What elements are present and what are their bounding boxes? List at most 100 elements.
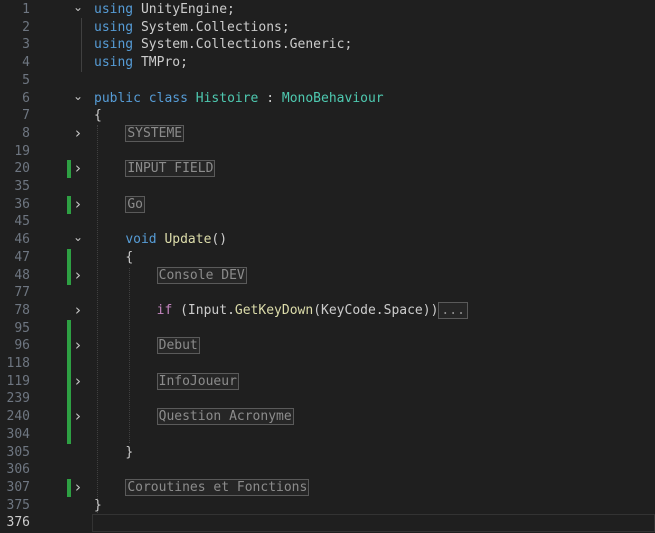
line-number: 240 — [6, 409, 30, 425]
code-token: (Input. — [172, 302, 235, 318]
line-number: 375 — [6, 497, 30, 513]
code-text: Coroutines et Fonctions — [125, 478, 310, 497]
line-number: 6 — [22, 90, 30, 106]
chevron-right-icon[interactable]: › — [72, 301, 84, 320]
code-token: } — [94, 497, 102, 513]
git-added-marker[interactable] — [67, 248, 71, 267]
git-added-marker[interactable] — [67, 337, 71, 356]
git-added-marker[interactable] — [67, 319, 71, 338]
git-added-marker[interactable] — [67, 160, 71, 179]
collapsed-region-label[interactable]: InfoJoueur — [156, 372, 239, 390]
code-line[interactable]: 2 using System.Collections; — [0, 19, 655, 37]
collapsed-ellipsis[interactable]: ... — [438, 301, 468, 319]
code-text: public class Histoire : MonoBehaviour — [94, 90, 384, 108]
collapsed-region-label[interactable]: Coroutines et Fonctions — [125, 478, 310, 496]
line-number: 48 — [14, 267, 30, 283]
code-line[interactable]: 48 › Console DEV — [0, 266, 655, 285]
code-token: Histoire — [195, 90, 259, 106]
chevron-down-icon[interactable]: ⌄ — [72, 1, 84, 13]
code-line[interactable]: 35 — [0, 178, 655, 196]
collapsed-region-label[interactable]: Go — [125, 195, 145, 213]
line-number: 19 — [14, 143, 30, 159]
code-line[interactable]: 47 { — [0, 248, 655, 267]
code-text: { — [125, 249, 133, 267]
line-number: 77 — [14, 285, 30, 301]
code-line[interactable]: 239 — [0, 390, 655, 409]
chevron-right-icon[interactable]: › — [72, 266, 84, 285]
chevron-down-icon[interactable]: ⌄ — [72, 90, 84, 102]
line-number: 4 — [22, 55, 30, 71]
code-line[interactable]: 6 ⌄ public class Histoire : MonoBehaviour — [0, 90, 655, 108]
git-added-marker[interactable] — [67, 390, 71, 409]
git-added-marker[interactable] — [67, 355, 71, 374]
code-line[interactable]: 240 › Question Acronyme — [0, 407, 655, 427]
line-number: 46 — [14, 232, 30, 248]
line-number: 5 — [22, 72, 30, 88]
collapsed-region-label[interactable]: Debut — [156, 337, 200, 355]
code-line[interactable]: 46 ⌄ void Update() — [0, 231, 655, 249]
git-added-marker[interactable] — [67, 425, 71, 444]
chevron-right-icon[interactable]: › — [72, 160, 84, 178]
code-token: if — [156, 302, 173, 318]
chevron-down-icon[interactable]: ⌄ — [72, 231, 84, 243]
chevron-right-icon[interactable]: › — [72, 478, 84, 497]
code-line[interactable]: 305} — [0, 444, 655, 462]
code-line[interactable]: 118 — [0, 355, 655, 374]
collapsed-region-label[interactable]: INPUT FIELD — [125, 160, 216, 178]
code-line[interactable]: 95 — [0, 319, 655, 338]
git-added-marker[interactable] — [67, 408, 71, 427]
git-added-marker[interactable] — [67, 372, 71, 391]
code-line[interactable]: 7{ — [0, 107, 655, 125]
code-line[interactable]: 1 ⌄ using UnityEngine; — [0, 1, 655, 19]
code-line[interactable]: 5 — [0, 72, 655, 90]
code-line[interactable]: 19 — [0, 143, 655, 161]
line-number: 1 — [22, 2, 30, 17]
chevron-right-icon[interactable]: › — [72, 124, 84, 143]
line-number: 118 — [6, 356, 30, 371]
code-line[interactable]: 8 › SYSTEME — [0, 124, 655, 143]
code-text: if (Input.GetKeyDown(KeyCode.Space))... — [156, 301, 468, 320]
code-editor[interactable]: 1 ⌄ using UnityEngine; 2 using System.Collec… — [0, 0, 655, 533]
line-number: 47 — [14, 249, 30, 265]
chevron-right-icon[interactable]: › — [72, 337, 84, 355]
collapsed-region-label[interactable]: Question Acronyme — [156, 408, 294, 426]
code-line[interactable]: 304 — [0, 425, 655, 444]
code-token: GetKeyDown — [234, 302, 314, 318]
chevron-right-icon[interactable]: › — [72, 407, 84, 426]
code-line[interactable]: 96 › Debut — [0, 337, 655, 356]
code-text: Console DEV — [156, 266, 247, 285]
code-text: } — [125, 444, 133, 462]
code-text: Question Acronyme — [156, 408, 294, 426]
code-token: using — [94, 2, 134, 17]
code-line[interactable]: 3 using System.Collections.Generic; — [0, 36, 655, 54]
code-text: InfoJoueur — [156, 372, 239, 391]
chevron-right-icon[interactable]: › — [72, 372, 84, 391]
line-number: 239 — [6, 391, 30, 407]
git-added-marker[interactable] — [67, 266, 71, 285]
code-token: { — [125, 249, 134, 265]
code-token: TMPro; — [133, 55, 188, 71]
code-line[interactable]: 4 using TMPro; — [0, 54, 655, 72]
line-number: 35 — [14, 179, 30, 194]
code-token: using — [94, 19, 134, 35]
git-added-marker[interactable] — [67, 195, 71, 214]
collapsed-region-label[interactable]: SYSTEME — [125, 124, 185, 142]
chevron-right-icon[interactable]: › — [72, 195, 84, 214]
line-number: 304 — [6, 426, 30, 442]
code-line[interactable]: 36 › Go — [0, 195, 655, 214]
code-token: System.Collections; — [133, 19, 290, 35]
code-line[interactable]: 78 › if (Input.GetKeyDown(KeyCode.Space)).… — [0, 301, 655, 320]
line-number: 306 — [6, 462, 30, 478]
code-token: public — [94, 90, 141, 106]
code-line[interactable]: 77 — [0, 284, 655, 302]
line-number: 3 — [22, 37, 30, 53]
git-added-marker[interactable] — [67, 478, 71, 498]
collapsed-region-label[interactable]: Console DEV — [156, 266, 247, 284]
code-line[interactable]: 20 › INPUT FIELD — [0, 160, 655, 179]
code-line[interactable]: 119 › InfoJoueur — [0, 372, 655, 391]
code-line[interactable]: 306 — [0, 461, 655, 479]
code-line[interactable]: 307 › Coroutines et Fonctions — [0, 478, 655, 498]
code-line[interactable]: 375} — [0, 497, 655, 515]
code-line[interactable]: 45 — [0, 213, 655, 231]
